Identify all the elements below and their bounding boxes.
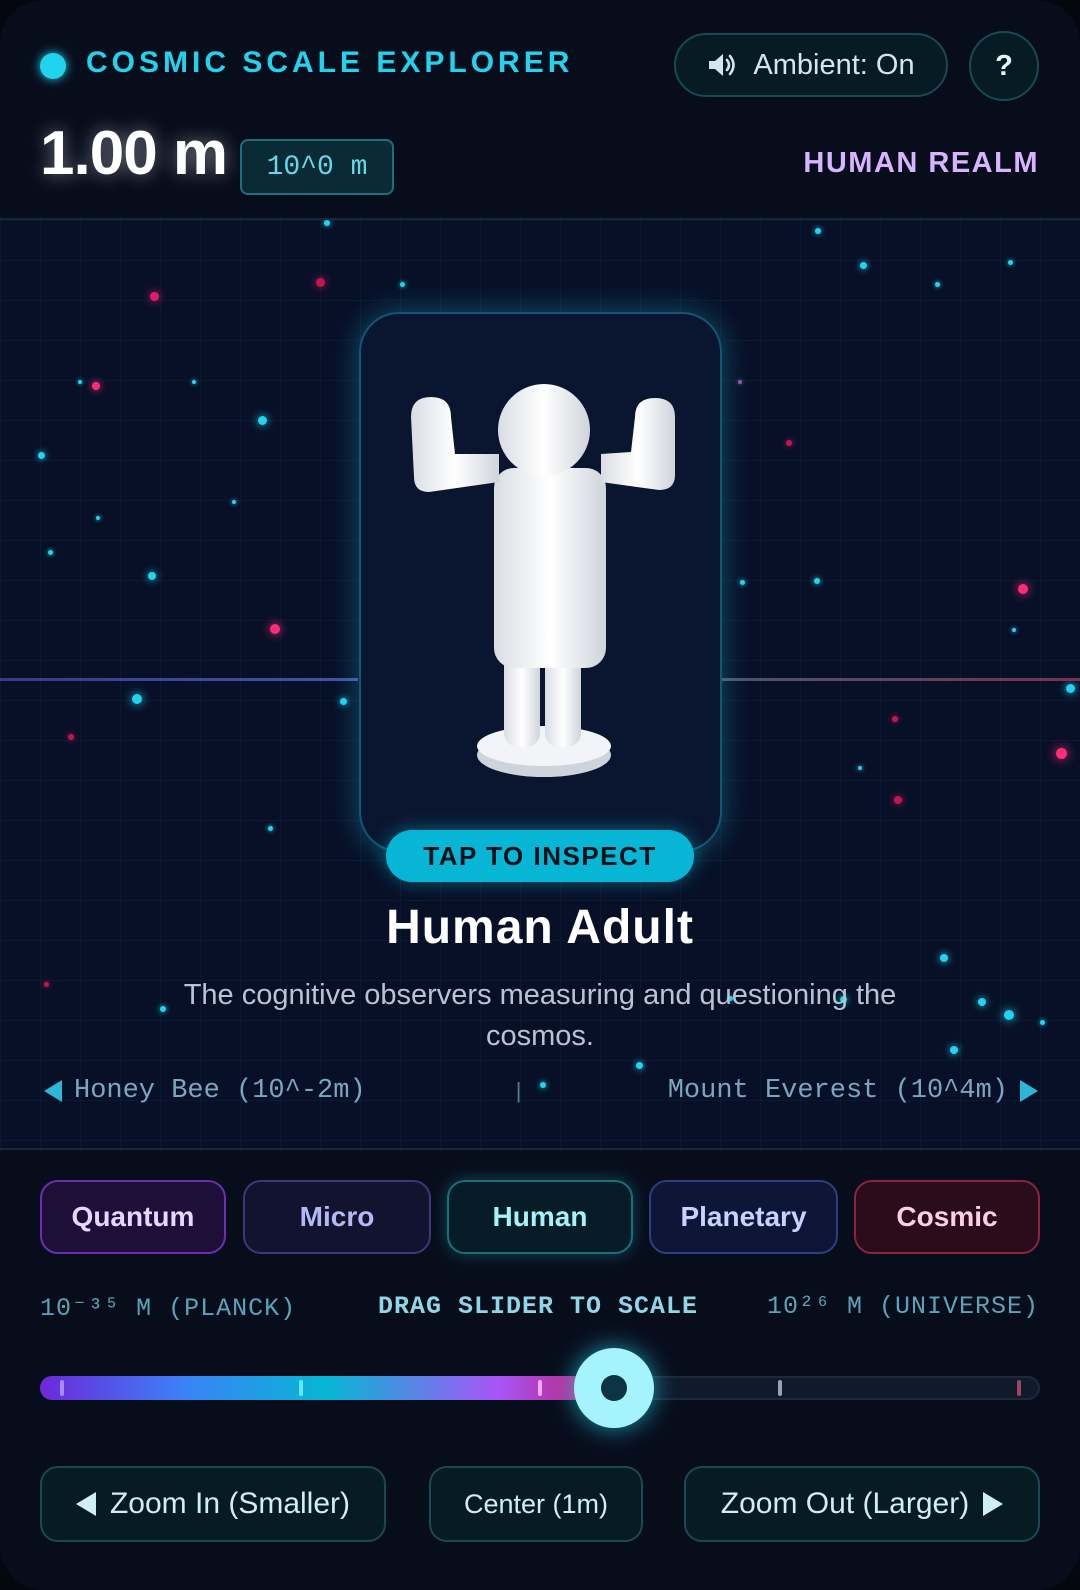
controls-panel: Quantum Micro Human Planetary Cosmic 10⁻… <box>0 1148 1080 1590</box>
scale-slider-fill <box>40 1376 614 1400</box>
star <box>636 1062 643 1069</box>
ambient-label: Ambient: On <box>753 48 915 81</box>
star <box>1066 684 1075 693</box>
star <box>268 826 273 831</box>
star <box>96 516 100 520</box>
arrow-left-icon <box>75 1492 96 1516</box>
star <box>150 292 159 301</box>
star <box>1008 260 1013 265</box>
star <box>740 580 745 585</box>
slider-tick <box>778 1380 782 1396</box>
star <box>192 380 196 384</box>
zoom-in-button[interactable]: Zoom In (Smaller) <box>40 1466 386 1542</box>
star <box>232 500 236 504</box>
star <box>950 1046 958 1054</box>
star <box>44 982 49 987</box>
header: COSMIC SCALE EXPLORER Ambient: On ? 1.00… <box>0 0 1080 220</box>
star <box>1056 748 1067 759</box>
star <box>324 220 330 226</box>
star <box>815 228 821 234</box>
zoom-out-label: Zoom Out (Larger) <box>720 1487 970 1520</box>
star <box>38 452 45 459</box>
previous-object-label: Honey Bee (10^-2m) <box>74 1076 366 1106</box>
slider-min-label: 10⁻³⁵ M (PLANCK) <box>40 1294 297 1323</box>
slider-tick <box>299 1380 303 1396</box>
star <box>340 698 347 705</box>
scale-value: 1.00 m <box>40 119 228 188</box>
previous-object-link[interactable]: Honey Bee (10^-2m) <box>44 1076 366 1106</box>
next-object-label: Mount Everest (10^4m) <box>667 1076 1008 1106</box>
star <box>1018 584 1028 594</box>
realm-label: HUMAN REALM <box>803 147 1039 179</box>
star <box>316 278 325 287</box>
tab-cosmic[interactable]: Cosmic <box>854 1180 1040 1254</box>
star <box>892 716 898 722</box>
tab-quantum[interactable]: Quantum <box>40 1180 226 1254</box>
star <box>92 382 100 390</box>
object-card[interactable] <box>359 312 722 852</box>
star <box>400 282 405 287</box>
help-button[interactable]: ? <box>969 31 1039 101</box>
star <box>894 796 902 804</box>
star <box>940 954 948 962</box>
neighbor-separator: | <box>512 1080 526 1105</box>
star <box>48 550 53 555</box>
slider-tick <box>538 1380 542 1396</box>
star <box>270 624 280 634</box>
slider-tick <box>1017 1380 1021 1396</box>
arrow-right-icon <box>983 1492 1004 1516</box>
center-button[interactable]: Center (1m) <box>429 1466 643 1542</box>
scale-slider-track[interactable] <box>40 1376 1040 1400</box>
object-description: The cognitive observers measuring and qu… <box>183 979 897 1052</box>
tab-planetary[interactable]: Planetary <box>649 1180 838 1254</box>
zoom-out-button[interactable]: Zoom Out (Larger) <box>684 1466 1040 1542</box>
star <box>1012 628 1016 632</box>
status-dot <box>40 53 66 79</box>
speaker-icon <box>709 54 736 76</box>
star <box>738 380 742 384</box>
zoom-in-label: Zoom In (Smaller) <box>109 1487 351 1520</box>
horizon-line-left <box>0 678 358 681</box>
scale-slider-thumb[interactable] <box>573 1348 654 1428</box>
star <box>132 694 142 704</box>
star <box>148 572 156 580</box>
star <box>814 578 820 584</box>
scale-stage: TAP TO INSPECT Human Adult The cognitive… <box>0 220 1080 1148</box>
tap-to-inspect-button[interactable]: TAP TO INSPECT <box>386 830 694 882</box>
horizon-line-right <box>722 678 1080 681</box>
power-notation-badge: 10^0 m <box>240 139 394 195</box>
app-window: COSMIC SCALE EXPLORER Ambient: On ? 1.00… <box>0 0 1080 1590</box>
arrow-right-icon <box>1020 1080 1038 1102</box>
star <box>935 282 940 287</box>
human-figure-icon <box>411 384 675 777</box>
star <box>860 262 867 269</box>
arrow-left-icon <box>44 1080 62 1102</box>
slider-hint: DRAG SLIDER TO SCALE <box>378 1292 699 1321</box>
center-label: Center (1m) <box>463 1488 609 1519</box>
star <box>258 416 267 425</box>
app-title: COSMIC SCALE EXPLORER <box>86 46 574 79</box>
star <box>1040 1020 1045 1025</box>
star <box>1004 1010 1014 1020</box>
slider-max-label: 10²⁶ M (UNIVERSE) <box>766 1292 1039 1321</box>
star <box>540 1082 546 1088</box>
tab-human[interactable]: Human <box>447 1180 633 1254</box>
tab-micro[interactable]: Micro <box>243 1180 431 1254</box>
star <box>68 734 74 740</box>
star <box>978 998 986 1006</box>
star <box>858 766 862 770</box>
slider-tick <box>60 1380 64 1396</box>
ambient-toggle-button[interactable]: Ambient: On <box>674 33 948 97</box>
next-object-link[interactable]: Mount Everest (10^4m) <box>668 1076 1038 1106</box>
slider-thumb-core <box>600 1375 627 1401</box>
star <box>78 380 82 384</box>
object-name: Human Adult <box>386 901 694 954</box>
star <box>786 440 792 446</box>
